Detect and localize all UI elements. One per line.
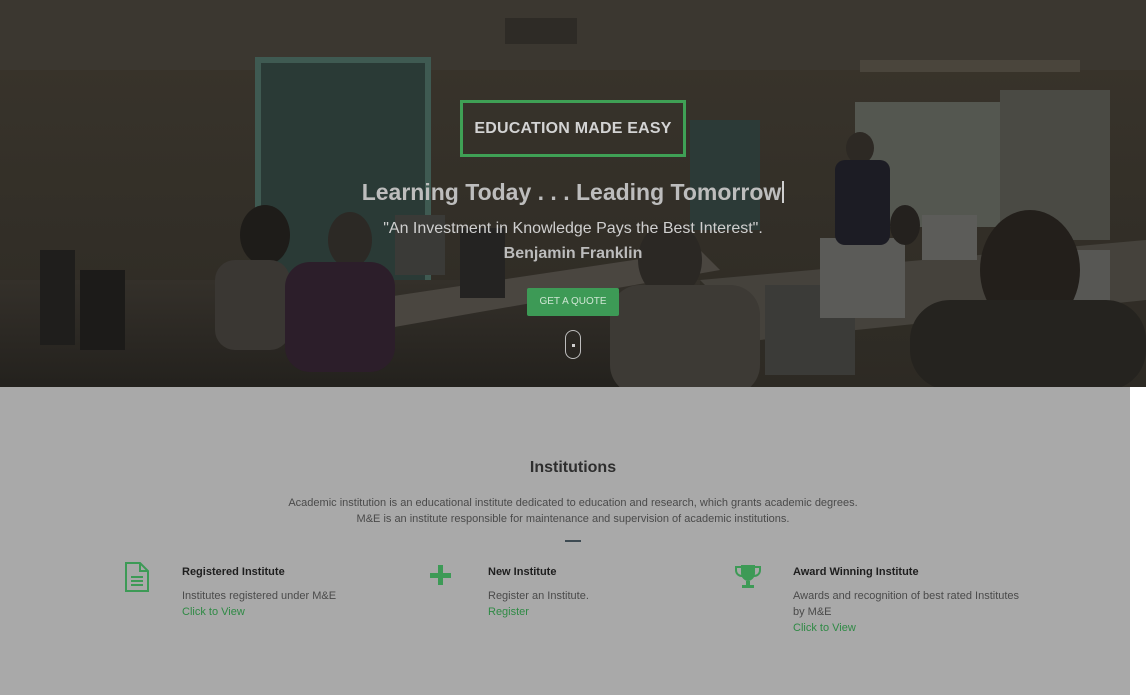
hero-tagline: EDUCATION MADE EASY: [460, 100, 686, 157]
document-icon: [125, 562, 149, 592]
feature-text: Awards and recognition of best rated Ins…: [793, 588, 1029, 636]
hero-quote: "An Investment in Knowledge Pays the Bes…: [383, 220, 763, 237]
institutions-description-line-2: M&E is an institute responsible for main…: [356, 513, 790, 525]
hero-headline: Learning Today . . . Leading Tomorrow: [0, 179, 1146, 206]
institutions-description: Academic institution is an educational i…: [0, 495, 1146, 527]
feature-description: Institutes registered under M&E: [182, 590, 337, 602]
section-divider: [565, 540, 581, 542]
feature-text: Institutes registered under M&E Click to…: [182, 588, 418, 620]
feature-title: New Institute: [488, 566, 557, 578]
feature-description: Register an Institute.: [488, 590, 589, 602]
click-to-view-registered-link[interactable]: Click to View: [182, 604, 418, 620]
hero-content: EDUCATION MADE EASY Learning Today . . .…: [0, 0, 1146, 387]
scroll-wheel-dot: [571, 344, 575, 347]
feature-text: Register an Institute. Register: [488, 588, 724, 620]
page-scroll-gutter: [1130, 387, 1146, 695]
feature-description: Awards and recognition of best rated Ins…: [793, 590, 1020, 618]
trophy-icon: [735, 565, 761, 588]
feature-title: Award Winning Institute: [793, 566, 919, 578]
institutions-description-line-1: Academic institution is an educational i…: [288, 497, 858, 509]
typing-cursor: [782, 181, 785, 203]
hero-quote-author: Benjamin Franklin: [503, 245, 643, 262]
hero-headline-text: Learning Today . . . Leading Tomorrow: [361, 179, 782, 205]
register-link[interactable]: Register: [488, 604, 724, 620]
institutions-section: Institutions Academic institution is an …: [0, 387, 1130, 695]
hero-banner: EDUCATION MADE EASY Learning Today . . .…: [0, 0, 1146, 387]
get-a-quote-button[interactable]: GET A QUOTE: [527, 288, 619, 316]
institutions-title: Institutions: [529, 459, 617, 476]
click-to-view-award-link[interactable]: Click to View: [793, 620, 1029, 636]
scroll-down-icon[interactable]: [565, 330, 581, 359]
feature-title: Registered Institute: [182, 566, 285, 578]
plus-icon: [430, 565, 451, 585]
